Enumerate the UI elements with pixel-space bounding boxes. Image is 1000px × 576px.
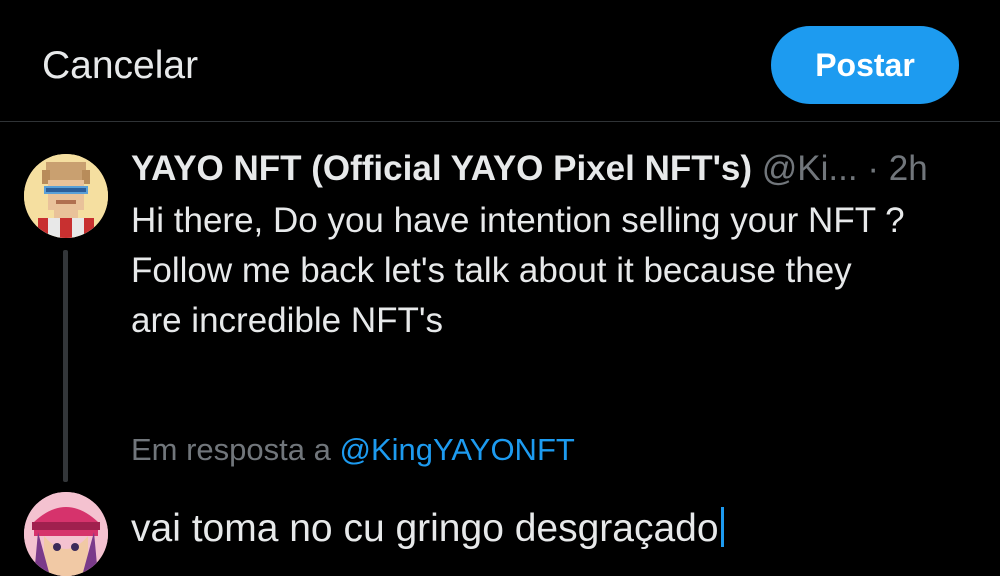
author-name[interactable]: YAYO NFT (Official YAYO Pixel NFT's) — [131, 149, 752, 188]
cancel-button[interactable]: Cancelar — [42, 44, 198, 88]
compose-header: Cancelar Postar — [0, 0, 1000, 122]
reply-prefix: Em resposta a — [131, 432, 331, 467]
author-handle[interactable]: @Ki... — [762, 149, 858, 188]
post-button[interactable]: Postar — [771, 26, 959, 104]
tweet-text-line: are incredible NFT's — [131, 301, 444, 340]
reply-composer[interactable]: vai toma no cu gringo desgraçado — [131, 504, 724, 554]
tweet-text-line: Hi there, Do you have intention selling … — [131, 201, 905, 240]
composer-text[interactable]: vai toma no cu gringo desgraçado — [131, 507, 719, 550]
tweet-text-line: Follow me back let's talk about it becau… — [131, 251, 852, 290]
user-avatar — [24, 492, 108, 576]
anime-avatar-icon — [24, 492, 108, 576]
thread-connector-line — [63, 250, 68, 482]
author-avatar[interactable] — [24, 154, 108, 238]
reply-context: Em resposta a @KingYAYONFT — [131, 430, 575, 470]
tweet-header: YAYO NFT (Official YAYO Pixel NFT's) @Ki… — [131, 146, 928, 192]
tweet-time: 2h — [888, 149, 928, 188]
separator-dot: · — [867, 149, 879, 188]
tweet-text: Hi there, Do you have intention selling … — [131, 196, 981, 346]
text-cursor — [720, 507, 724, 547]
pixel-art-avatar-icon — [24, 154, 108, 238]
reply-handle-link[interactable]: @KingYAYONFT — [340, 432, 575, 467]
